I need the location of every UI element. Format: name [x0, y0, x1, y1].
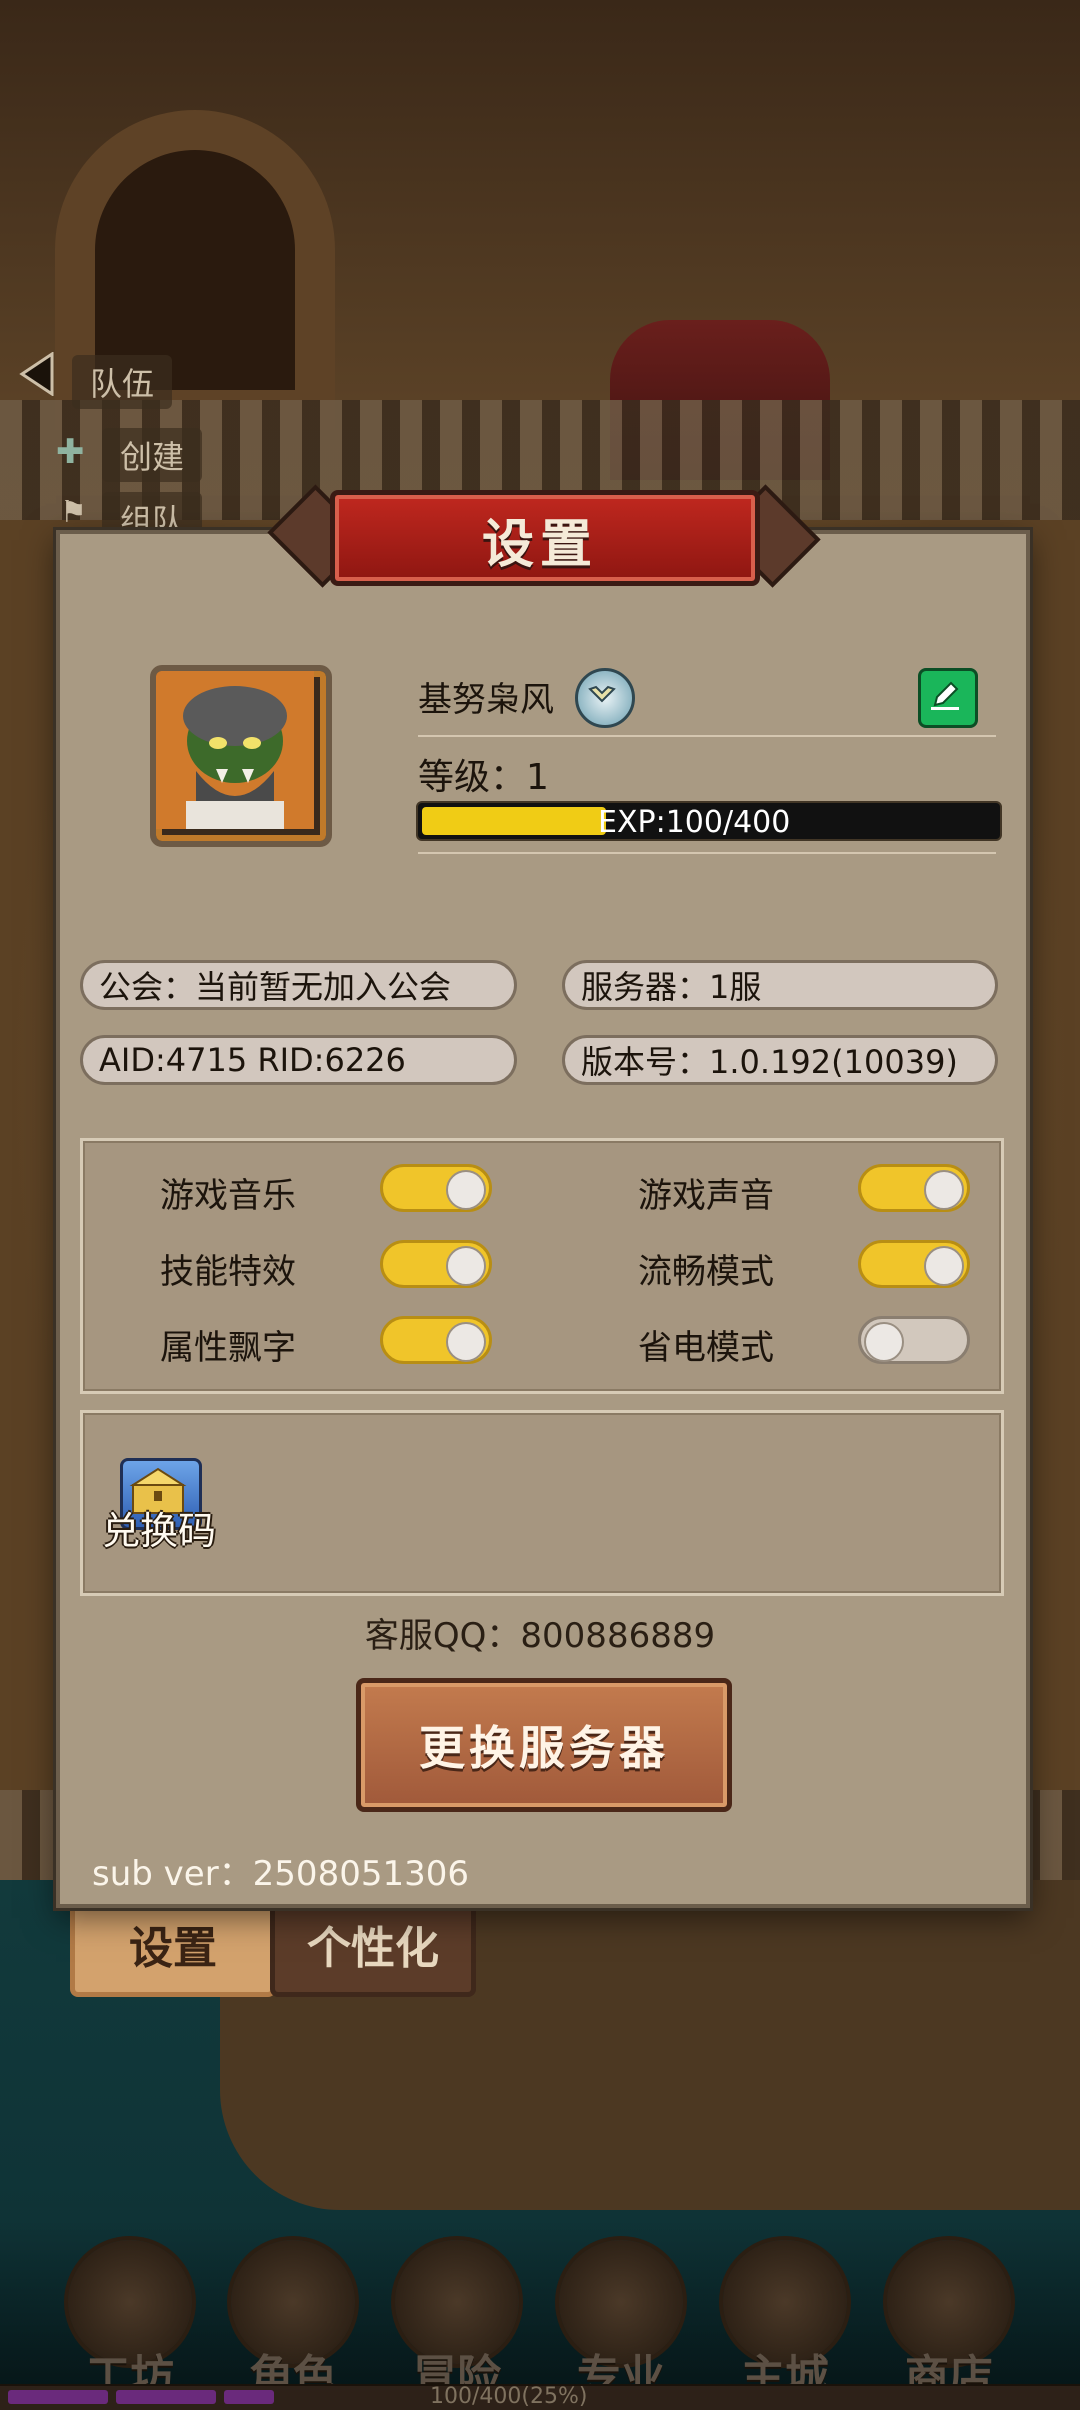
bottom-xp-strip: 100/400(25%)	[0, 2384, 1080, 2410]
toggle-floating-text[interactable]	[380, 1316, 492, 1364]
pencil-icon	[931, 681, 959, 710]
nav-profession[interactable]: 专业	[556, 2240, 686, 2402]
dialog-title-banner: 设置	[267, 484, 821, 588]
flag-icon: ⚑	[60, 495, 87, 530]
bottom-nav: 工坊 角色 冒险 专业 主城 商店	[0, 2220, 1080, 2408]
nav-workshop[interactable]: 工坊	[65, 2240, 195, 2402]
player-avatar[interactable]	[150, 665, 332, 847]
back-arrow-icon[interactable]	[18, 352, 54, 396]
sub-version: sub ver：2508051306	[92, 1854, 469, 1894]
toggle-label-skill-effects: 技能特效	[160, 1252, 296, 1292]
toggle-smooth-mode[interactable]	[858, 1240, 970, 1288]
toggle-knob	[446, 1170, 486, 1210]
divider	[418, 852, 996, 854]
side-menu-create[interactable]: 创建	[102, 428, 203, 482]
redeem-code-label[interactable]: 兑换码	[102, 1500, 216, 1555]
version-info: 版本号：1.0.192(10039)	[562, 1035, 998, 1085]
toggle-label-floating-text: 属性飘字	[160, 1328, 296, 1368]
toggle-game-music[interactable]	[380, 1164, 492, 1212]
account-ids: AID:4715 RID:6226	[80, 1035, 517, 1085]
exp-bar: EXP:100/400	[416, 801, 1002, 841]
toggle-knob	[446, 1246, 486, 1286]
side-menu-team[interactable]: 队伍	[72, 355, 173, 409]
exp-bar-fill	[422, 807, 606, 835]
toggle-power-saving[interactable]	[858, 1316, 970, 1364]
toggle-skill-effects[interactable]	[380, 1240, 492, 1288]
xp-segment	[224, 2390, 274, 2404]
toggle-label-power-saving: 省电模式	[638, 1328, 774, 1368]
tab-settings[interactable]: 设置	[70, 1896, 276, 1997]
xp-segment	[116, 2390, 216, 2404]
redeem-panel	[80, 1410, 1004, 1596]
guild-info: 公会：当前暂无加入公会	[80, 960, 517, 1010]
divider	[418, 735, 996, 737]
nav-character[interactable]: 角色	[228, 2240, 358, 2402]
toggle-knob	[864, 1322, 904, 1362]
toggle-knob	[446, 1322, 486, 1362]
create-icon: ✚	[56, 432, 85, 472]
toggle-label-smooth-mode: 流畅模式	[638, 1252, 774, 1292]
rank-badge-icon[interactable]	[575, 668, 635, 728]
dialog-title: 设置	[481, 515, 598, 575]
toggle-knob	[924, 1246, 964, 1286]
toggle-knob	[924, 1170, 964, 1210]
tab-personalize[interactable]: 个性化	[270, 1896, 476, 1997]
xp-segment	[8, 2390, 108, 2404]
toggle-label-game-music: 游戏音乐	[160, 1176, 296, 1216]
edit-name-button[interactable]	[918, 668, 978, 728]
xp-strip-text: 100/400(25%)	[430, 2384, 588, 2409]
toggle-label-game-sound: 游戏声音	[638, 1176, 774, 1216]
player-level: 等级：1	[418, 757, 549, 798]
nav-adventure[interactable]: 冒险	[392, 2240, 522, 2402]
change-server-button[interactable]: 更换服务器	[356, 1678, 732, 1812]
toggle-game-sound[interactable]	[858, 1164, 970, 1212]
nav-main-city[interactable]: 主城	[720, 2240, 850, 2402]
orc-avatar-icon	[156, 671, 314, 829]
wing-emblem-icon	[588, 685, 616, 703]
nav-shop[interactable]: 商店	[884, 2240, 1014, 2402]
customer-service-qq: 客服QQ：800886889	[364, 1616, 716, 1656]
exp-text: EXP:100/400	[598, 805, 791, 840]
server-info: 服务器：1服	[562, 960, 998, 1010]
cave-entrance	[95, 150, 295, 390]
player-name: 基努枭风	[418, 680, 554, 720]
